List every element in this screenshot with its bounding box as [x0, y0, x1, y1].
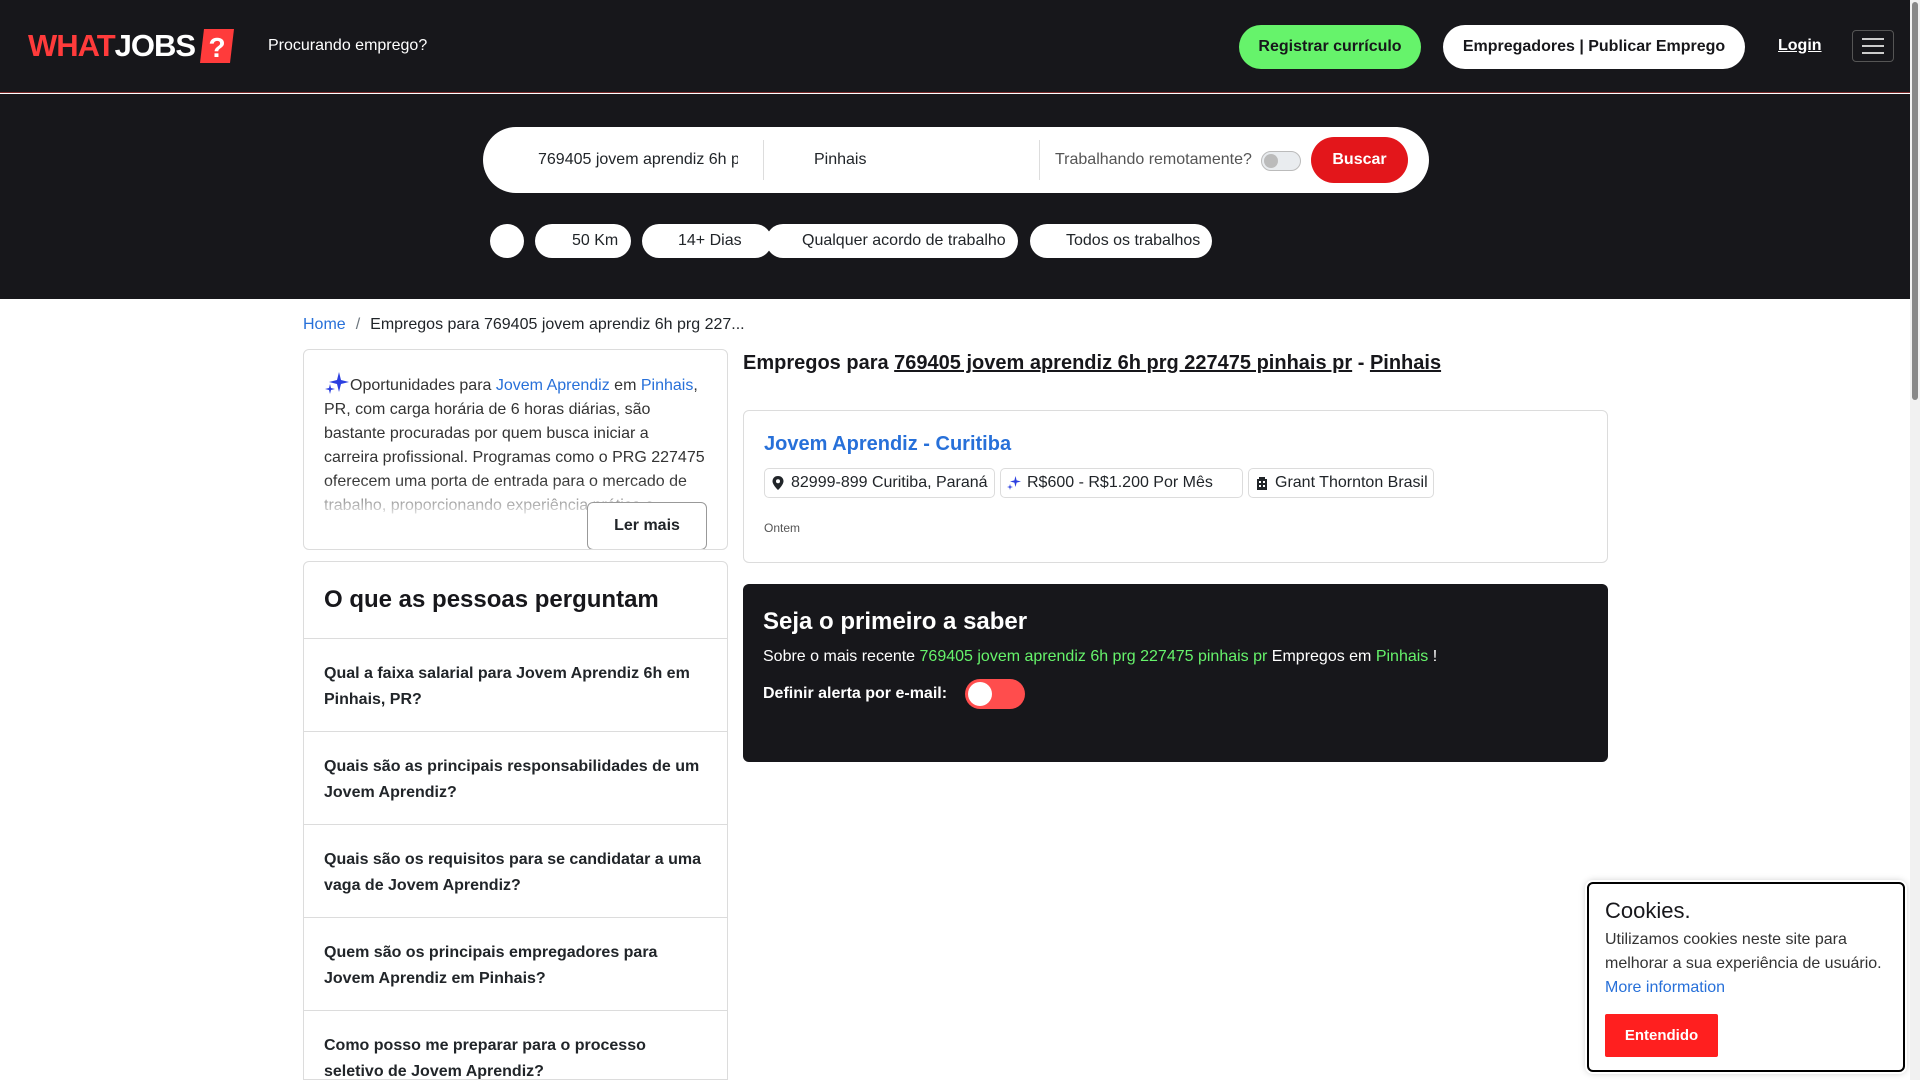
search-band: 769405 jovem aprendiz 6h prg 227475 pinh…: [0, 94, 1910, 299]
faq-item[interactable]: Qual a faixa salarial para Jovem Aprendi…: [304, 639, 727, 732]
alert-toggle-label: Definir alerta por e-mail:: [763, 685, 948, 702]
job-type-filter[interactable]: Todos os trabalhos: [1030, 224, 1212, 258]
title-location-link[interactable]: Pinhais: [1370, 352, 1441, 374]
faq-item[interactable]: Como posso me preparar para o processo s…: [304, 1011, 727, 1079]
svg-text:?: ?: [209, 32, 226, 63]
building-icon: [1257, 477, 1267, 490]
keyword-input[interactable]: 769405 jovem aprendiz 6h prg 227475 pinh…: [538, 127, 738, 193]
ai-summary-card: Oportunidades para Jovem Aprendiz em Pin…: [303, 349, 728, 550]
remote-label: Trabalhando remotamente?: [1055, 151, 1252, 168]
page-title: Empregos para 769405 jovem aprendiz 6h p…: [743, 352, 1442, 374]
faq-item[interactable]: Quais são os requisitos para se candidat…: [304, 825, 727, 918]
sparkle-icon: [1007, 476, 1021, 490]
sparkle-icon: [324, 370, 350, 396]
date-filter[interactable]: 14+ Dias: [642, 224, 772, 258]
title-query-link[interactable]: 769405 jovem aprendiz 6h prg 227475 pinh…: [894, 352, 1352, 374]
remote-toggle[interactable]: [1261, 151, 1301, 171]
job-employer-tag: Grant Thornton Brasil: [1248, 468, 1434, 498]
register-cv-button[interactable]: Registrar currículo: [1239, 25, 1421, 69]
alert-subtitle: Sobre o mais recente 769405 jovem aprend…: [763, 648, 1438, 665]
faq-item[interactable]: Quais são as principais responsabilidade…: [304, 732, 727, 825]
cookie-text: Utilizamos cookies neste site para melho…: [1605, 931, 1882, 996]
read-more-button[interactable]: Ler mais: [587, 502, 707, 549]
scrollbar-thumb[interactable]: [1912, 2, 1918, 400]
job-location-tag: 82999-899 Curitiba, Paraná: [764, 468, 995, 498]
whatjobs-logo[interactable]: WHATJOBS ?: [28, 27, 236, 65]
site-header: WHATJOBS ? Procurando emprego? Registrar…: [0, 0, 1910, 93]
employers-post-job-button[interactable]: Empregadores | Publicar Emprego: [1443, 25, 1745, 69]
filter-chip-blank[interactable]: [490, 224, 524, 258]
menu-icon[interactable]: [1852, 30, 1894, 62]
breadcrumb-home[interactable]: Home: [303, 316, 346, 333]
summary-link-jovem-aprendiz[interactable]: Jovem Aprendiz: [496, 377, 610, 394]
breadcrumb: Home / Empregos para 769405 jovem aprendiz…: [303, 316, 745, 333]
job-card[interactable]: Jovem Aprendiz - Curitiba 82999-899 Curi…: [743, 410, 1608, 563]
alert-title: Seja o primeiro a saber: [763, 608, 1028, 635]
cookie-title: Cookies.: [1605, 898, 1691, 923]
cookie-more-info-link[interactable]: More information: [1605, 979, 1725, 996]
breadcrumb-current: Empregos para 769405 jovem aprendiz 6h p…: [370, 316, 745, 333]
faq-panel: O que as pessoas perguntam Qual a faixa …: [303, 561, 728, 1080]
login-link[interactable]: Login: [1778, 37, 1822, 55]
job-date: Ontem: [764, 521, 801, 535]
contract-filter[interactable]: Qualquer acordo de trabalho: [766, 224, 1018, 258]
faq-title: O que as pessoas perguntam: [304, 562, 727, 639]
summary-link-pinhais[interactable]: Pinhais: [641, 377, 693, 394]
distance-filter[interactable]: 50 Km: [535, 224, 631, 258]
job-salary-tag: R$600 - R$1.200 Por Mês: [1000, 468, 1243, 498]
search-divider: [763, 140, 764, 180]
location-pin-icon: [772, 476, 784, 490]
location-input[interactable]: Pinhais: [814, 127, 866, 193]
search-button[interactable]: Buscar: [1311, 137, 1408, 183]
question-mark-icon: ?: [198, 27, 236, 65]
cookie-banner: Cookies. Utilizamos cookies neste site p…: [1587, 882, 1905, 1072]
search-divider: [1039, 140, 1040, 180]
header-tagline: Procurando emprego?: [268, 37, 428, 54]
email-alert-card: Seja o primeiro a saber Sobre o mais rec…: [743, 584, 1608, 762]
cookie-accept-button[interactable]: Entendido: [1605, 1014, 1718, 1057]
search-bar: 769405 jovem aprendiz 6h prg 227475 pinh…: [483, 127, 1429, 193]
email-alert-toggle[interactable]: [965, 679, 1025, 709]
faq-item[interactable]: Quem são os principais empregadores para…: [304, 918, 727, 1011]
job-title[interactable]: Jovem Aprendiz - Curitiba: [764, 433, 1011, 456]
